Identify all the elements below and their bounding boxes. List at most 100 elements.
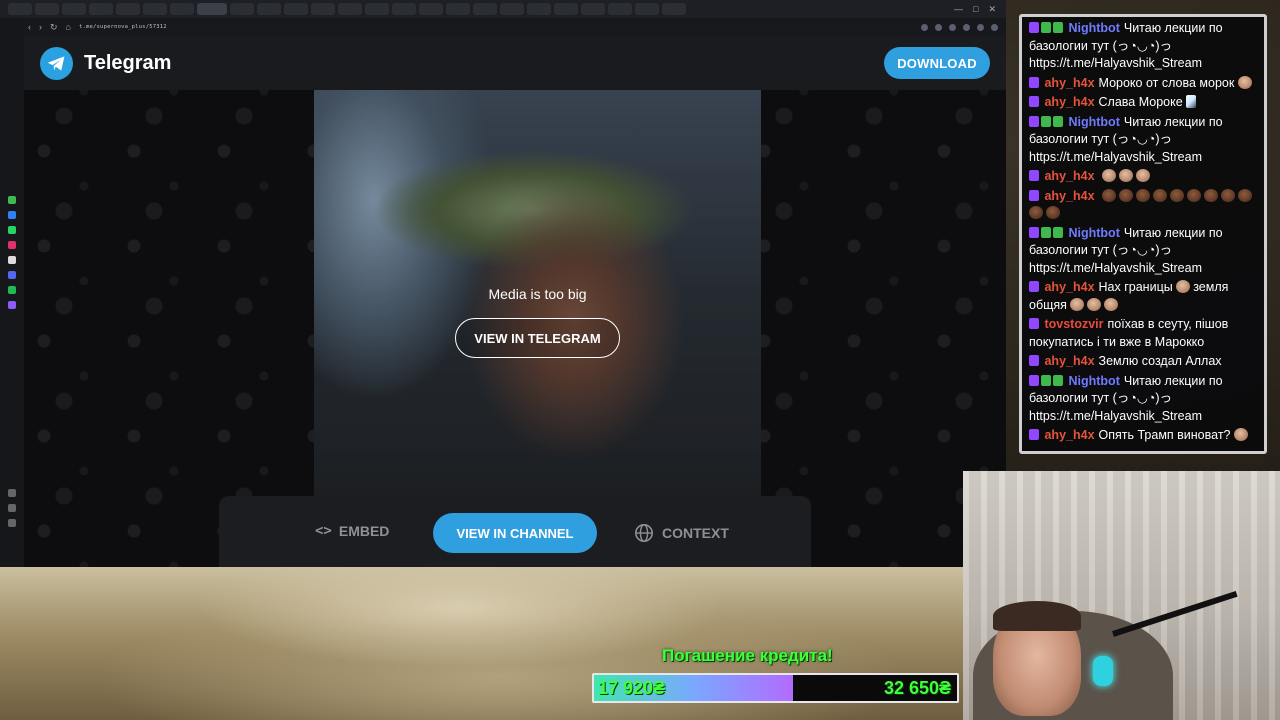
chat-text: Землю создал Аллах: [1098, 354, 1222, 368]
browser-tab[interactable]: [446, 3, 470, 15]
badge-icon: [1029, 22, 1039, 33]
extension-icon[interactable]: [921, 23, 928, 31]
view-in-telegram-button[interactable]: VIEW IN TELEGRAM: [455, 318, 620, 358]
whatsapp-icon[interactable]: [8, 226, 16, 234]
mod-badge-icon: [1053, 115, 1063, 127]
chat-message: ahy_h4x Мороко от слова морок: [1029, 75, 1258, 93]
context-button[interactable]: CONTEXT: [634, 523, 729, 543]
browser-tab[interactable]: [143, 3, 167, 15]
telegram-page: Telegram DOWNLOAD Media is too big VIEW …: [24, 36, 1006, 567]
history-icon[interactable]: [8, 504, 16, 512]
face-emote-icon: [1237, 75, 1252, 89]
stream-layout: — □ ✕ ‹ › ↻ ⌂ t.me/supernova_plus/57312: [0, 0, 1280, 720]
download-button[interactable]: DOWNLOAD: [884, 47, 990, 79]
chat-message: ahy_h4x Нах границы земля общяя: [1029, 279, 1258, 314]
browser-tab[interactable]: [62, 3, 86, 15]
back-icon[interactable]: ‹: [28, 22, 31, 32]
browser-tab[interactable]: [284, 3, 308, 15]
x-icon[interactable]: [8, 256, 16, 264]
close-icon[interactable]: ✕: [988, 4, 996, 15]
chat-username[interactable]: ahy_h4x: [1044, 95, 1094, 109]
window-controls: — □ ✕: [954, 4, 1006, 15]
view-in-channel-button[interactable]: VIEW IN CHANNEL: [433, 513, 597, 553]
chat-username[interactable]: ahy_h4x: [1044, 169, 1094, 183]
browser-tab[interactable]: [116, 3, 140, 15]
face-emote-icon: [1238, 188, 1252, 202]
browser-tab[interactable]: [8, 3, 32, 15]
browser-tab[interactable]: [473, 3, 497, 15]
extension-icon[interactable]: [949, 23, 956, 31]
extension-icon[interactable]: [935, 23, 942, 31]
browser-tab[interactable]: [554, 3, 578, 15]
mod-badge-icon: [1053, 374, 1063, 386]
browser-tab[interactable]: [392, 3, 416, 15]
browser-tab[interactable]: [257, 3, 281, 15]
media-too-big-notice: Media is too big: [488, 286, 587, 302]
reload-icon[interactable]: ↻: [50, 22, 58, 33]
chat-username[interactable]: ahy_h4x: [1044, 76, 1094, 90]
chat-username[interactable]: ahy_h4x: [1044, 189, 1094, 203]
extension-icon[interactable]: [991, 23, 998, 31]
sidebar-app-icon[interactable]: [8, 301, 16, 309]
face-emote-icon: [1153, 188, 1167, 202]
browser-tab[interactable]: [89, 3, 113, 15]
face-emote-icon: [1029, 206, 1043, 219]
extension-icon[interactable]: [963, 23, 970, 31]
chat-username[interactable]: ahy_h4x: [1044, 428, 1094, 442]
badge-icon: [1029, 318, 1039, 329]
instagram-icon[interactable]: [8, 241, 16, 249]
badge-icon: [1029, 115, 1039, 127]
blurred-media-preview: Media is too big VIEW IN TELEGRAM: [314, 90, 761, 496]
browser-tab[interactable]: [419, 3, 443, 15]
browser-tab[interactable]: [338, 3, 362, 15]
settings-icon[interactable]: [8, 519, 16, 527]
chat-username[interactable]: Nightbot: [1068, 115, 1119, 129]
forward-icon[interactable]: ›: [39, 22, 42, 32]
browser-tab[interactable]: [311, 3, 335, 15]
face-emote-icon: [1233, 428, 1248, 441]
browser-sidebar: [0, 18, 24, 567]
badge-icon: [1029, 355, 1039, 366]
face-emote-icon: [1136, 188, 1150, 202]
browser-tab[interactable]: [527, 3, 551, 15]
browser-tab[interactable]: [635, 3, 659, 15]
embed-button[interactable]: <> EMBED: [315, 523, 389, 539]
heart-icon[interactable]: [8, 489, 16, 497]
chat-text: Слава Мороке: [1098, 95, 1183, 109]
telegram-logo-icon[interactable]: [40, 46, 73, 80]
discord-icon[interactable]: [8, 271, 16, 279]
url-field[interactable]: t.me/supernova_plus/57312: [79, 24, 167, 30]
chat-username[interactable]: Nightbot: [1068, 226, 1119, 240]
maximize-icon[interactable]: □: [973, 4, 978, 15]
home-icon[interactable]: ⌂: [66, 22, 71, 32]
browser-tab[interactable]: [608, 3, 632, 15]
face-emote-icon: [1104, 297, 1119, 311]
spotify-icon[interactable]: [8, 286, 16, 294]
browser-tab[interactable]: [35, 3, 59, 15]
minimize-icon[interactable]: —: [954, 4, 963, 15]
chat-username[interactable]: ahy_h4x: [1044, 280, 1094, 294]
messenger-icon[interactable]: [8, 211, 16, 219]
badge-icon: [1029, 170, 1039, 181]
brush-emote-icon: [1186, 95, 1197, 108]
extension-icon[interactable]: [977, 23, 984, 31]
face-emote-icon: [1204, 188, 1218, 202]
sidebar-app-icon[interactable]: [8, 196, 16, 204]
chat-message: ahy_h4x: [1029, 188, 1258, 223]
browser-tab[interactable]: [170, 3, 194, 15]
microphone-icon: [1093, 656, 1113, 686]
embed-label: EMBED: [338, 523, 390, 539]
chat-username[interactable]: ahy_h4x: [1044, 354, 1094, 368]
browser-tab[interactable]: [500, 3, 524, 15]
chat-message: ahy_h4x Землю создал Аллах: [1029, 353, 1258, 371]
browser-tab-active[interactable]: [197, 3, 227, 15]
browser-tab[interactable]: [581, 3, 605, 15]
chat-username[interactable]: tovstozvir: [1044, 317, 1103, 331]
browser-tab[interactable]: [365, 3, 389, 15]
chat-username[interactable]: Nightbot: [1068, 374, 1119, 388]
telegram-brand[interactable]: Telegram: [84, 52, 171, 75]
badge-icon: [1029, 429, 1039, 440]
chat-username[interactable]: Nightbot: [1068, 21, 1119, 35]
browser-tab[interactable]: [230, 3, 254, 15]
browser-tab[interactable]: [662, 3, 686, 15]
